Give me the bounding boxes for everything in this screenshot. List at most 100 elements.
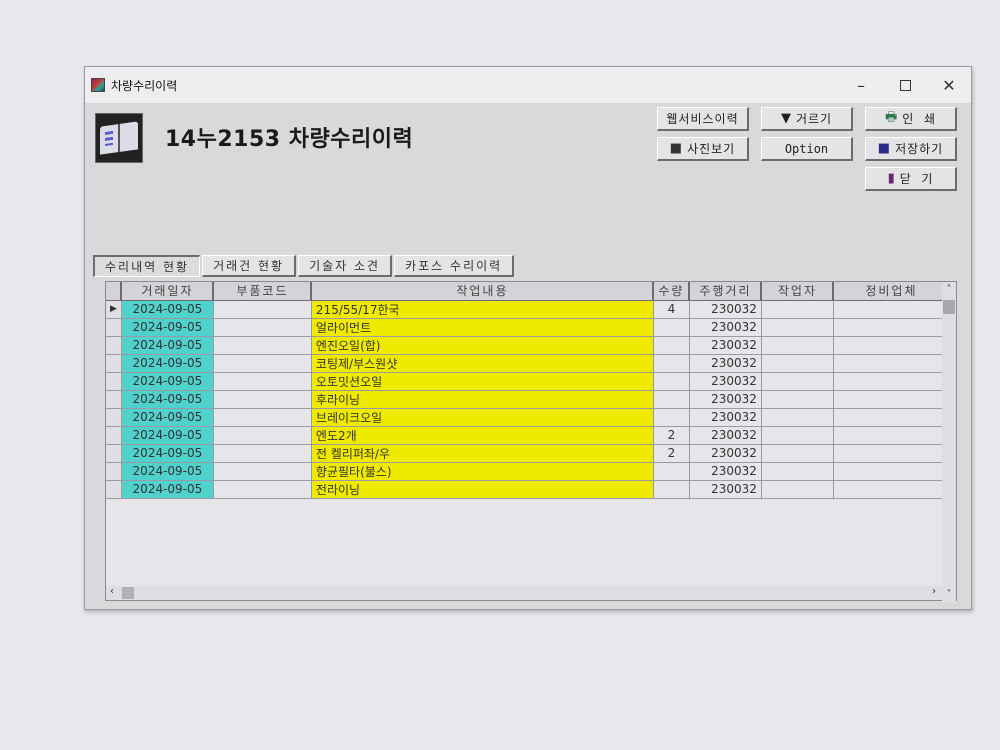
cell-worker[interactable] [761,300,834,319]
cell-shop[interactable] [833,462,950,481]
cell-work[interactable]: 오토밋션오일 [311,372,654,391]
cell-work[interactable]: 얼라이먼트 [311,318,654,337]
cell-work[interactable]: 엔도2개 [311,426,654,445]
cell-qty[interactable] [653,372,690,391]
cell-worker[interactable] [761,408,834,427]
cell-date[interactable]: 2024-09-05 [121,372,214,391]
table-row[interactable]: 2024-09-05 전라이닝 230032 [106,480,950,499]
cell-shop[interactable] [833,300,950,319]
cell-part-code[interactable] [213,372,312,391]
tab-technician-opinion[interactable]: 기술자 소견 [298,255,393,277]
cell-date[interactable]: 2024-09-05 [121,390,214,409]
row-indicator[interactable] [106,354,122,373]
filter-button[interactable]: ▼ 거르기 [761,107,853,131]
web-service-history-button[interactable]: 웹서비스이력 [657,107,749,131]
cell-mileage[interactable]: 230032 [689,462,762,481]
cell-worker[interactable] [761,372,834,391]
scroll-up-icon[interactable]: ˄ [942,284,956,295]
scroll-down-icon[interactable]: ˅ [942,589,956,600]
cell-worker[interactable] [761,390,834,409]
cell-mileage[interactable]: 230032 [689,372,762,391]
view-photos-button[interactable]: ■ 사진보기 [657,137,749,161]
cell-shop[interactable] [833,408,950,427]
cell-part-code[interactable] [213,462,312,481]
cell-work[interactable]: 전 켈리퍼좌/우 [311,444,654,463]
cell-shop[interactable] [833,444,950,463]
tab-repair-status[interactable]: 수리내역 현황 [93,255,201,277]
cell-date[interactable]: 2024-09-05 [121,408,214,427]
row-indicator[interactable] [106,480,122,499]
cell-mileage[interactable]: 230032 [689,408,762,427]
cell-part-code[interactable] [213,354,312,373]
cell-mileage[interactable]: 230032 [689,300,762,319]
cell-shop[interactable] [833,426,950,445]
cell-mileage[interactable]: 230032 [689,480,762,499]
cell-work[interactable]: 215/55/17한국 [311,300,654,319]
cell-mileage[interactable]: 230032 [689,354,762,373]
cell-worker[interactable] [761,426,834,445]
cell-date[interactable]: 2024-09-05 [121,480,214,499]
cell-work[interactable]: 엔진오일(합) [311,336,654,355]
row-indicator[interactable] [106,408,122,427]
cell-part-code[interactable] [213,336,312,355]
cell-date[interactable]: 2024-09-05 [121,318,214,337]
table-row[interactable]: 2024-09-05 얼라이먼트 230032 [106,318,950,337]
cell-qty[interactable] [653,408,690,427]
cell-qty[interactable]: 4 [653,300,690,319]
cell-worker[interactable] [761,318,834,337]
close-button[interactable]: ▮ 닫 기 [865,167,957,191]
cell-mileage[interactable]: 230032 [689,336,762,355]
minimize-button[interactable]: – [839,67,883,103]
cell-mileage[interactable]: 230032 [689,426,762,445]
current-row-indicator-icon[interactable]: ▶ [106,300,122,319]
column-header-date[interactable]: 거래일자 [121,282,215,301]
close-window-button[interactable]: ✕ [927,67,971,103]
cell-part-code[interactable] [213,444,312,463]
table-row[interactable]: 2024-09-05 브레이크오일 230032 [106,408,950,427]
cell-work[interactable]: 브레이크오일 [311,408,654,427]
column-header-work[interactable]: 작업내용 [311,282,655,301]
cell-work[interactable]: 향균필타(불스) [311,462,654,481]
scroll-right-icon[interactable]: › [932,586,936,597]
cell-mileage[interactable]: 230032 [689,318,762,337]
cell-qty[interactable]: 2 [653,426,690,445]
column-header-worker[interactable]: 작업자 [761,282,835,301]
table-row[interactable]: 2024-09-05 전 켈리퍼좌/우 2 230032 [106,444,950,463]
cell-mileage[interactable]: 230032 [689,390,762,409]
row-indicator[interactable] [106,318,122,337]
cell-worker[interactable] [761,354,834,373]
cell-work[interactable]: 후라이닝 [311,390,654,409]
horizontal-scrollbar[interactable]: ‹ › [106,586,942,600]
save-button[interactable]: ■ 저장하기 [865,137,957,161]
column-header-shop[interactable]: 정비업체 [833,282,951,301]
tab-transaction-status[interactable]: 거래건 현황 [202,255,297,277]
cell-qty[interactable] [653,462,690,481]
cell-qty[interactable] [653,336,690,355]
cell-date[interactable]: 2024-09-05 [121,336,214,355]
cell-part-code[interactable] [213,300,312,319]
horizontal-scroll-thumb[interactable] [122,587,134,599]
cell-worker[interactable] [761,336,834,355]
table-row[interactable]: 2024-09-05 엔진오일(합) 230032 [106,336,950,355]
row-indicator[interactable] [106,462,122,481]
cell-shop[interactable] [833,318,950,337]
cell-qty[interactable] [653,480,690,499]
table-row[interactable]: 2024-09-05 후라이닝 230032 [106,390,950,409]
cell-date[interactable]: 2024-09-05 [121,300,214,319]
cell-part-code[interactable] [213,426,312,445]
tab-carpos-repair-history[interactable]: 카포스 수리이력 [394,255,515,277]
option-button[interactable]: Option [761,137,853,161]
row-indicator[interactable] [106,444,122,463]
cell-date[interactable]: 2024-09-05 [121,354,214,373]
cell-worker[interactable] [761,444,834,463]
row-indicator[interactable] [106,426,122,445]
cell-part-code[interactable] [213,480,312,499]
table-row[interactable]: 2024-09-05 코팅제/부스원샷 230032 [106,354,950,373]
cell-shop[interactable] [833,372,950,391]
cell-shop[interactable] [833,480,950,499]
cell-part-code[interactable] [213,318,312,337]
vertical-scrollbar[interactable]: ˄ ˅ [942,282,956,602]
cell-qty[interactable]: 2 [653,444,690,463]
cell-qty[interactable] [653,318,690,337]
print-button[interactable]: 🖶 인 쇄 [865,107,957,131]
